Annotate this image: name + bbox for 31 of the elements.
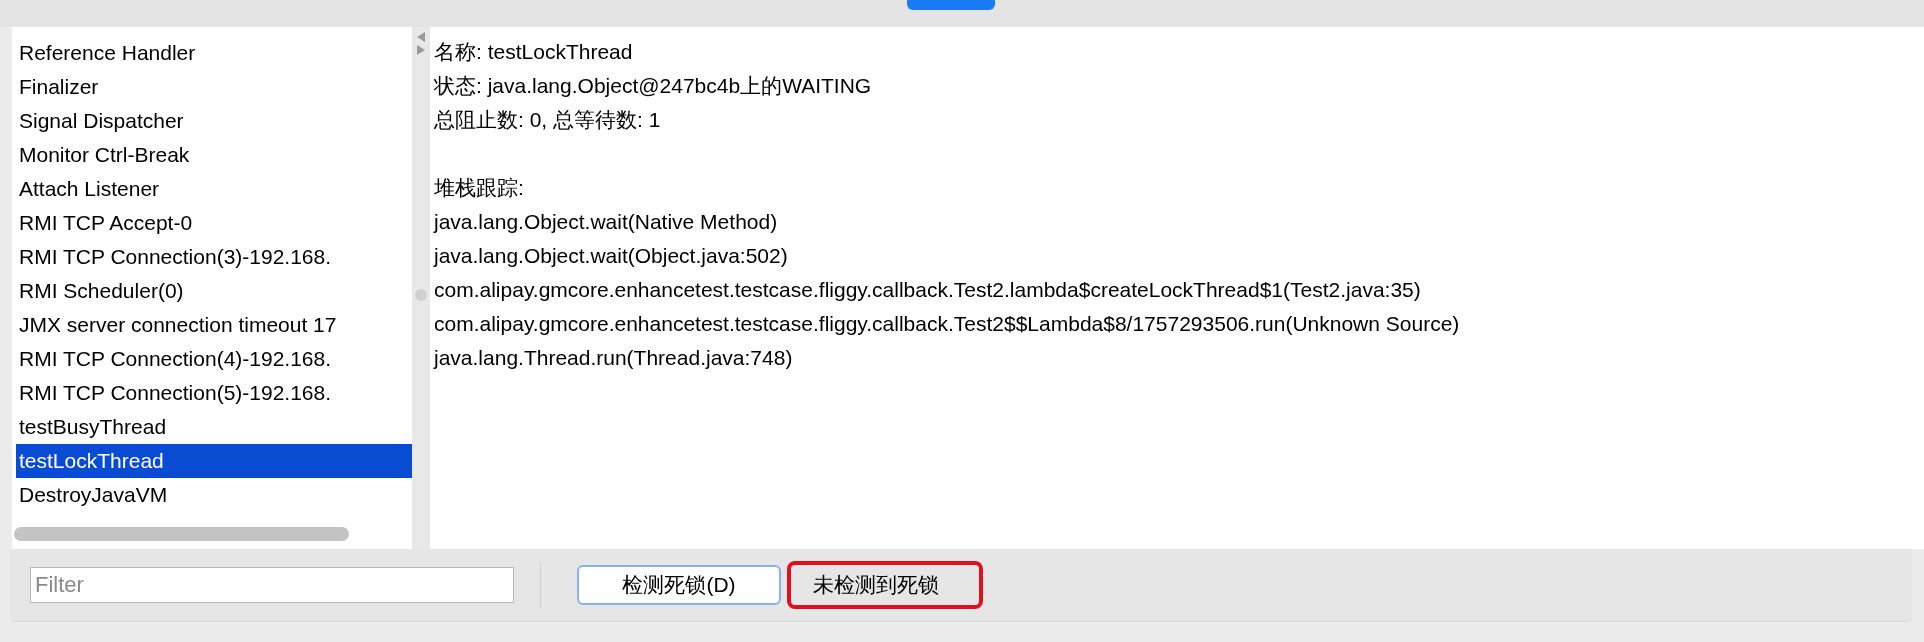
thread-item[interactable]: RMI TCP Connection(3)-192.168. xyxy=(16,240,412,274)
deadlock-result-label: 未检测到死锁 xyxy=(787,561,983,609)
scrollbar-thumb[interactable] xyxy=(14,527,349,541)
thread-item[interactable]: Reference Handler xyxy=(16,36,412,70)
filter-field[interactable]: Filter xyxy=(30,567,514,603)
thread-info-line: 名称: testLockThread xyxy=(434,39,634,65)
stack-frame: java.lang.Object.wait(Object.java:502) xyxy=(434,239,1924,273)
thread-item[interactable]: Signal Dispatcher xyxy=(16,104,412,138)
thread-info-line: 总阻止数: 0, 总等待数: 1 xyxy=(434,107,662,133)
stack-frame: com.alipay.gmcore.enhancetest.testcase.fliggy.callback.Test2.lambda$createLockThread$1(Test2.java:35) xyxy=(434,273,1924,307)
thread-item[interactable]: RMI Scheduler(0) xyxy=(16,274,412,308)
splitter-handle-icon[interactable] xyxy=(415,289,427,301)
tab-edge[interactable] xyxy=(907,0,995,10)
thread-info-line: 状态: java.lang.Object@247bc4b上的WAITING xyxy=(434,73,873,99)
splitter[interactable] xyxy=(412,27,430,549)
thread-item[interactable]: testLockThread xyxy=(16,444,412,478)
detect-deadlock-button[interactable]: 检测死锁(D) xyxy=(577,565,781,605)
stack-frame: java.lang.Object.wait(Native Method) xyxy=(434,205,1924,239)
thread-item[interactable]: RMI TCP Connection(4)-192.168. xyxy=(16,342,412,376)
stack-frame: com.alipay.gmcore.enhancetest.testcase.fliggy.callback.Test2$$Lambda$8/1757293506.run(Unknown Source) xyxy=(434,307,1924,341)
stack-frame: java.lang.Thread.run(Thread.java:748) xyxy=(434,341,1924,375)
thread-item[interactable]: Monitor Ctrl-Break xyxy=(16,138,412,172)
thread-item[interactable]: testBusyThread xyxy=(16,410,412,444)
thread-item[interactable]: DestroyJavaVM xyxy=(16,478,412,512)
thread-item[interactable]: RMI TCP Connection(5)-192.168. xyxy=(16,376,412,410)
stack-trace-heading: 堆栈跟踪: xyxy=(434,175,525,201)
thread-item[interactable]: JMX server connection timeout 17 xyxy=(16,308,412,342)
collapse-arrows-icon[interactable] xyxy=(416,31,426,57)
thread-item[interactable]: Finalizer xyxy=(16,70,412,104)
thread-item[interactable]: RMI TCP Accept-0 xyxy=(16,206,412,240)
thread-item[interactable]: Attach Listener xyxy=(16,172,412,206)
